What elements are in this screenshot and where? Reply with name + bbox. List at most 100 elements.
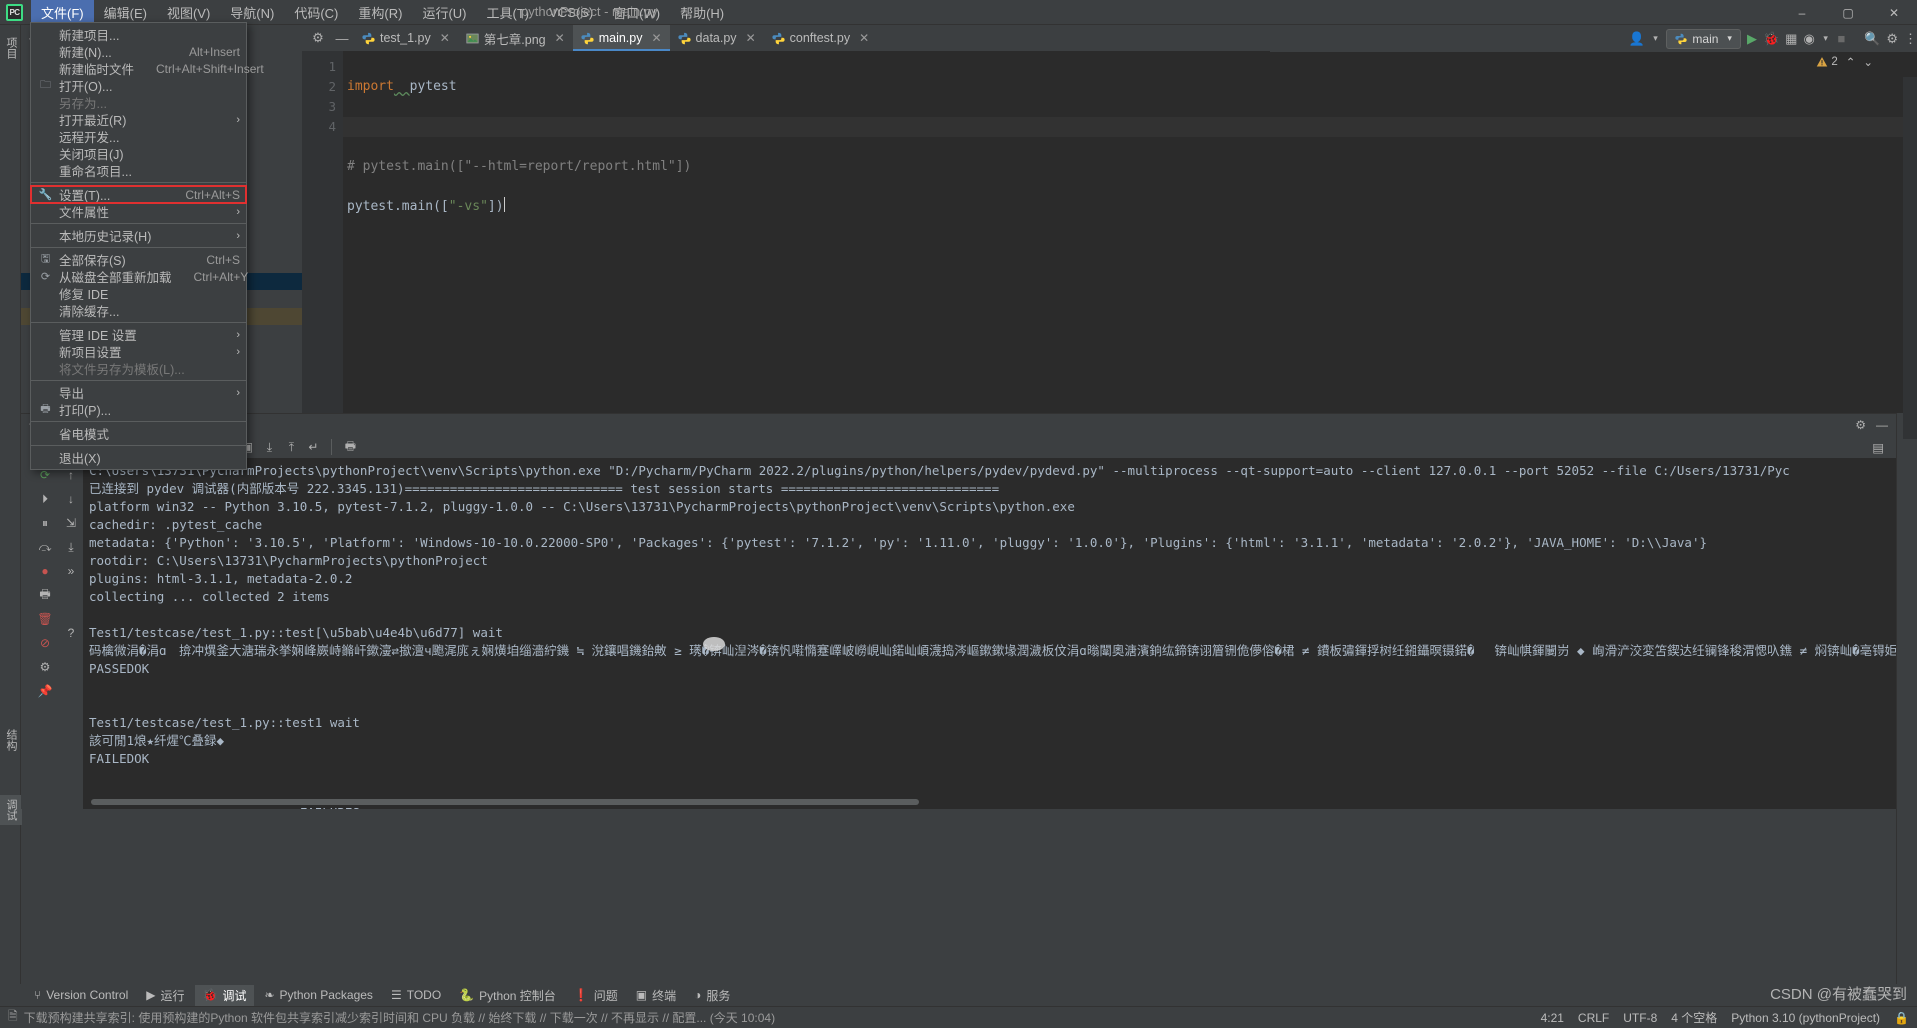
sidebar-item-project[interactable]: 项目 (0, 33, 22, 63)
menu-item-new-projects-setup[interactable]: 新项目设置 › (31, 343, 246, 361)
tab-conftest-py[interactable]: conftest.py ✕ (763, 25, 878, 51)
menu-item-repair-ide[interactable]: 修复 IDE (31, 285, 246, 302)
menu-item-rename-project[interactable]: 重命名项目... (31, 162, 246, 179)
bottom-item-python-packages[interactable]: ❧ Python Packages (256, 986, 380, 1004)
menu-view[interactable]: 视图(V) (157, 0, 220, 25)
inspection-warning-badge[interactable]: 2 ⌃ ⌄ (1816, 55, 1873, 69)
soft-wrap-toggle-icon[interactable]: ⇲ (60, 512, 82, 534)
menu-item-close-project[interactable]: 关闭项目(J) (31, 145, 246, 162)
console-output[interactable]: C:\Users\13731\PycharmProjects\pythonPro… (83, 458, 1896, 809)
menu-run[interactable]: 运行(U) (412, 0, 476, 25)
menu-item-print[interactable]: 🖶 打印(P)... (31, 401, 246, 418)
minus-icon[interactable]: — (1876, 418, 1888, 432)
download-icon[interactable]: ⤓ (259, 437, 279, 457)
stop-record-icon[interactable]: ● (34, 560, 56, 582)
stop-button[interactable]: ■ (1837, 29, 1847, 49)
file-menu-dropdown[interactable]: 新建项目... 新建(N)... Alt+Insert 新建临时文件 Ctrl+Al… (30, 22, 264, 470)
close-icon[interactable]: ✕ (859, 31, 869, 45)
menu-help[interactable]: 帮助(H) (670, 0, 734, 25)
menu-item-new-scratch-file[interactable]: 新建临时文件 Ctrl+Alt+Shift+Insert (31, 60, 264, 78)
pause-icon[interactable]: ⏸ (34, 512, 56, 534)
layout-icon[interactable]: ▤ (1872, 440, 1896, 455)
scroll-end-icon[interactable]: ⤓ (60, 536, 82, 558)
account-icon[interactable]: 👤 (1628, 29, 1644, 49)
menu-edit[interactable]: 编辑(E) (94, 0, 157, 25)
menu-item-remote-development[interactable]: 远程开发... (31, 128, 246, 145)
more-vertical-icon[interactable]: ⋮ (1904, 29, 1917, 49)
arrow-down-icon[interactable]: ↓ (60, 488, 82, 510)
menu-item-local-history[interactable]: 本地历史记录(H) › (31, 227, 246, 245)
bottom-item-version-control[interactable]: ⑂ Version Control (26, 986, 136, 1004)
menu-item-new-project[interactable]: 新建项目... (31, 26, 246, 43)
close-icon[interactable]: ✕ (651, 31, 661, 45)
run-button[interactable]: ▶ (1747, 29, 1757, 49)
close-icon[interactable]: ✕ (746, 31, 756, 45)
editor-tabs[interactable]: test_1.py ✕ 第七章.png ✕ main.py ✕ data.py … (354, 25, 878, 51)
console-horizontal-scrollbar[interactable] (91, 799, 919, 805)
chevron-down-icon[interactable]: ▾ (1651, 29, 1661, 49)
bottom-item-problems[interactable]: ❗ 问题 (566, 985, 626, 1006)
file-encoding[interactable]: UTF-8 (1623, 1011, 1657, 1025)
bottom-item-services[interactable]: ◑ 服务 (686, 985, 738, 1006)
menu-item-exit[interactable]: 退出(X) (31, 449, 246, 466)
sidebar-item-debug[interactable]: 调试 (0, 795, 22, 825)
menu-item-open-recent[interactable]: 打开最近(R) › (31, 111, 246, 129)
tab-chapter7-png[interactable]: 第七章.png ✕ (457, 25, 573, 51)
step-over-icon[interactable]: ⤼ (34, 536, 56, 558)
menu-refactor[interactable]: 重构(R) (348, 0, 412, 25)
minimize-button[interactable]: – (1779, 0, 1825, 25)
play-pause-icon[interactable]: ⏵ (34, 488, 56, 510)
bottom-item-terminal[interactable]: ▣ 终端 (628, 985, 684, 1006)
print-icon[interactable]: 🖶 (340, 437, 360, 457)
menu-code[interactable]: 代码(C) (284, 0, 348, 25)
chevrons-icon[interactable]: » (60, 560, 82, 582)
menu-item-file-properties[interactable]: 文件属性 › (31, 203, 246, 221)
tab-test_1-py[interactable]: test_1.py ✕ (354, 25, 458, 51)
close-button[interactable]: ✕ (1871, 0, 1917, 25)
upload-icon[interactable]: ⤒ (281, 437, 301, 457)
editor-scroll-gutter[interactable] (1903, 77, 1917, 439)
help-icon[interactable]: ? (60, 622, 82, 644)
gear-icon[interactable]: ⚙ (1886, 29, 1898, 49)
chevron-down-icon[interactable]: ▾ (1821, 29, 1831, 49)
gear-icon[interactable]: ⚙ (1855, 418, 1866, 432)
status-message[interactable]: 下载预构建共享索引: 使用预构建的Python 软件包共享索引减少索引时间和 C… (24, 1009, 775, 1026)
menu-item-reload-all-from-disk[interactable]: ⟳ 从磁盘全部重新加载 Ctrl+Alt+Y (31, 268, 248, 286)
menu-navigate[interactable]: 导航(N) (220, 0, 284, 25)
menu-file[interactable]: 文件(F) (31, 0, 94, 25)
bottom-item-python-console[interactable]: 🐍 Python 控制台 (451, 985, 564, 1006)
menu-item-export[interactable]: 导出 › (31, 384, 246, 402)
python-interpreter[interactable]: Python 3.10 (pythonProject) (1731, 1011, 1880, 1025)
close-icon[interactable]: ✕ (440, 31, 450, 45)
status-message-area[interactable]: 🗎 下载预构建共享索引: 使用预构建的Python 软件包共享索引减少索引时间和… (8, 1007, 775, 1028)
tab-data-py[interactable]: data.py ✕ (669, 25, 764, 51)
menu-item-save-all[interactable]: 🖫 全部保存(S) Ctrl+S (31, 251, 246, 269)
debug-button[interactable]: 🐞 (1763, 29, 1779, 49)
indent-setting[interactable]: 4 个空格 (1671, 1009, 1717, 1026)
run-configuration-selector[interactable]: main ▾ (1666, 28, 1741, 49)
menu-item-manage-ide-settings[interactable]: 管理 IDE 设置 › (31, 326, 246, 344)
menu-item-power-save-mode[interactable]: 省电模式 (31, 425, 246, 442)
caret-position[interactable]: 4:21 (1541, 1011, 1564, 1025)
menu-item-invalidate-caches[interactable]: 清除缓存... (31, 302, 246, 319)
pin-icon[interactable]: 📌 (34, 680, 56, 702)
close-icon[interactable]: ✕ (555, 31, 565, 45)
tab-main-py[interactable]: main.py ✕ (572, 25, 670, 51)
line-separator[interactable]: CRLF (1578, 1011, 1609, 1025)
trash-icon[interactable]: 🗑 (34, 608, 56, 630)
coverage-button[interactable]: ▦ (1785, 29, 1797, 49)
chevron-up-icon[interactable]: ⌃ (1846, 55, 1856, 69)
lock-icon[interactable]: 🔒 (1894, 1011, 1909, 1025)
menu-item-new[interactable]: 新建(N)... Alt+Insert (31, 43, 246, 61)
print-icon[interactable]: 🖶 (34, 584, 56, 606)
bottom-item-run[interactable]: ▶ 运行 (138, 985, 192, 1006)
gear-icon[interactable]: ⚙ (306, 26, 330, 50)
chevron-down-icon[interactable]: ⌄ (1863, 55, 1873, 69)
search-icon[interactable]: 🔍 (1864, 29, 1880, 49)
code-text[interactable]: import pytest # pytest.main(["--html=rep… (347, 57, 691, 257)
menu-item-settings[interactable]: 🔧 设置(T)... Ctrl+Alt+S (30, 185, 247, 204)
code-editor[interactable]: 1 2 3 4 import pytest # pytest.main(["--… (302, 51, 1917, 439)
bottom-item-todo[interactable]: ☰ TODO (383, 986, 449, 1004)
gear-icon[interactable]: ⚙ (34, 656, 56, 678)
soft-wrap-icon[interactable]: ↵ (303, 437, 323, 457)
